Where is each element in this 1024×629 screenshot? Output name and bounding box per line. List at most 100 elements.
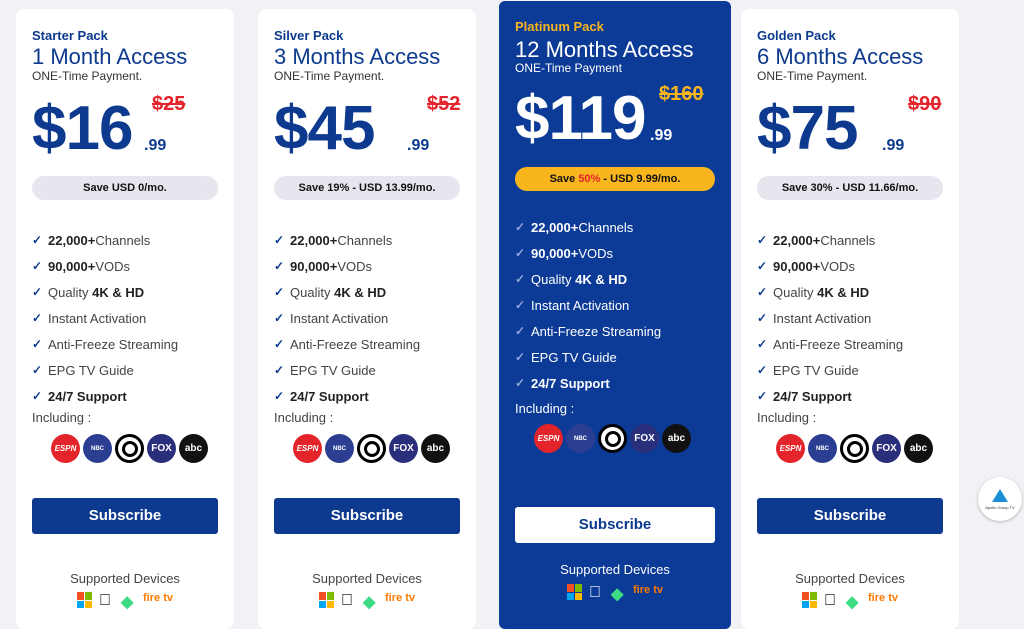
device-icons:  ◆ fire tv <box>757 592 943 611</box>
pack-name: Silver Pack <box>274 28 344 43</box>
check-icon: ✓ <box>32 259 43 273</box>
check-icon: ✓ <box>274 285 285 299</box>
payment-type: ONE-Time Payment. <box>757 69 868 83</box>
device-icons:  ◆ fire tv <box>32 592 218 611</box>
feature-item: ✓ 90,000+ VODs <box>274 258 373 274</box>
espn-logo: ESPN <box>534 424 563 453</box>
check-icon: ✓ <box>274 233 285 247</box>
abc-logo: abc <box>421 434 450 463</box>
feature-item: ✓ Quality 4K & HD <box>274 284 387 300</box>
check-icon: ✓ <box>274 311 285 325</box>
apple-icon:  <box>341 592 357 609</box>
feature-item: ✓ EPG TV Guide <box>515 349 617 365</box>
device-icons:  ◆ fire tv <box>515 584 715 603</box>
price-cents: .99 <box>882 137 905 154</box>
subscribe-button[interactable]: Subscribe <box>757 498 943 534</box>
check-icon: ✓ <box>515 324 526 338</box>
pack-name: Platinum Pack <box>515 19 604 34</box>
old-price: $90 <box>908 93 942 115</box>
check-icon: ✓ <box>757 233 768 247</box>
fox-logo: FOX <box>147 434 176 463</box>
subscribe-button[interactable]: Subscribe <box>274 498 460 534</box>
fox-logo: FOX <box>389 434 418 463</box>
feature-item: ✓ Quality 4K & HD <box>757 284 870 300</box>
abc-logo: abc <box>904 434 933 463</box>
feature-list: ✓ 22,000+ Channels ✓ 90,000+ VODs ✓ Quality… <box>274 227 460 409</box>
pricing-card-silver: Silver Pack 3 Months Access ONE-Time Pay… <box>258 9 476 629</box>
subscribe-button[interactable]: Subscribe <box>515 507 715 543</box>
old-price: $25 <box>152 93 186 115</box>
payment-type: ONE-Time Payment <box>515 61 622 75</box>
feature-item: ✓ 22,000+ Channels <box>274 232 393 248</box>
check-icon: ✓ <box>757 363 768 377</box>
check-icon: ✓ <box>274 337 285 351</box>
check-icon: ✓ <box>32 389 43 403</box>
access-title: 3 Months Access <box>274 44 441 69</box>
cbs-logo <box>598 424 627 453</box>
feature-item: ✓ 24/7 Support <box>32 388 127 404</box>
supported-devices-label: Supported Devices <box>795 571 905 586</box>
pricing-card-starter: Starter Pack 1 Month Access ONE-Time Pay… <box>16 9 234 629</box>
check-icon: ✓ <box>32 311 43 325</box>
cbs-logo <box>357 434 386 463</box>
check-icon: ✓ <box>515 272 526 286</box>
feature-list: ✓ 22,000+ Channels ✓ 90,000+ VODs ✓ Quality… <box>32 227 218 409</box>
feature-item: ✓ Instant Activation <box>515 297 630 313</box>
feature-item: ✓ Anti-Freeze Streaming <box>274 336 421 352</box>
espn-logo: ESPN <box>293 434 322 463</box>
feature-list: ✓ 22,000+ Channels ✓ 90,000+ VODs ✓ Quality… <box>515 214 715 396</box>
check-icon: ✓ <box>757 337 768 351</box>
check-icon: ✓ <box>274 389 285 403</box>
check-icon: ✓ <box>274 363 285 377</box>
including-label: Including : <box>515 401 575 416</box>
pack-name: Golden Pack <box>757 28 836 43</box>
device-icons:  ◆ fire tv <box>274 592 460 611</box>
including-label: Including : <box>274 410 334 425</box>
pricing-card-platinum: Platinum Pack 12 Months Access ONE-Time … <box>499 1 731 629</box>
save-percent: 50% <box>578 173 601 185</box>
price-cents: .99 <box>650 127 673 144</box>
feature-item: ✓ 90,000+ VODs <box>32 258 131 274</box>
apple-icon:  <box>589 584 605 601</box>
access-title: 1 Month Access <box>32 44 188 69</box>
firetv-icon: fire tv <box>633 584 663 596</box>
feature-list: ✓ 22,000+ Channels ✓ 90,000+ VODs ✓ Quality… <box>757 227 943 409</box>
apollo-logo-icon <box>992 488 1008 502</box>
apollo-group-badge[interactable]: Apollo Group TV <box>978 477 1022 521</box>
check-icon: ✓ <box>32 233 43 247</box>
apple-icon:  <box>824 592 840 609</box>
check-icon: ✓ <box>515 350 526 364</box>
abc-logo: abc <box>662 424 691 453</box>
fox-logo: FOX <box>630 424 659 453</box>
price-dollars: $45 <box>274 94 375 163</box>
feature-item: ✓ 22,000+ Channels <box>515 219 634 235</box>
fox-logo: FOX <box>872 434 901 463</box>
windows-icon <box>319 592 335 608</box>
android-icon: ◆ <box>846 594 859 611</box>
badge-label: Apollo Group TV <box>985 504 1015 510</box>
espn-logo: ESPN <box>51 434 80 463</box>
check-icon: ✓ <box>757 259 768 273</box>
channel-logos: ESPN NBC FOX abc <box>293 434 450 463</box>
check-icon: ✓ <box>32 285 43 299</box>
save-badge: Save 19% - USD 13.99/mo. <box>274 176 460 200</box>
channel-logos: ESPN NBC FOX abc <box>51 434 208 463</box>
nbc-logo: NBC <box>83 434 112 463</box>
feature-item: ✓ Instant Activation <box>274 310 389 326</box>
feature-item: ✓ Anti-Freeze Streaming <box>32 336 179 352</box>
payment-type: ONE-Time Payment. <box>274 69 385 83</box>
subscribe-button[interactable]: Subscribe <box>32 498 218 534</box>
check-icon: ✓ <box>515 246 526 260</box>
pricing-card-golden: Golden Pack 6 Months Access ONE-Time Pay… <box>741 9 959 629</box>
channel-logos: ESPN NBC FOX abc <box>534 424 691 453</box>
feature-item: ✓ 90,000+ VODs <box>757 258 856 274</box>
check-icon: ✓ <box>515 376 526 390</box>
save-badge: Save 30% - USD 11.66/mo. <box>757 176 943 200</box>
old-price: $52 <box>427 93 461 115</box>
payment-type: ONE-Time Payment. <box>32 69 143 83</box>
firetv-icon: fire tv <box>868 592 898 604</box>
android-icon: ◆ <box>121 594 134 611</box>
price-dollars: $16 <box>32 94 133 163</box>
feature-item: ✓ Anti-Freeze Streaming <box>757 336 904 352</box>
check-icon: ✓ <box>515 298 526 312</box>
